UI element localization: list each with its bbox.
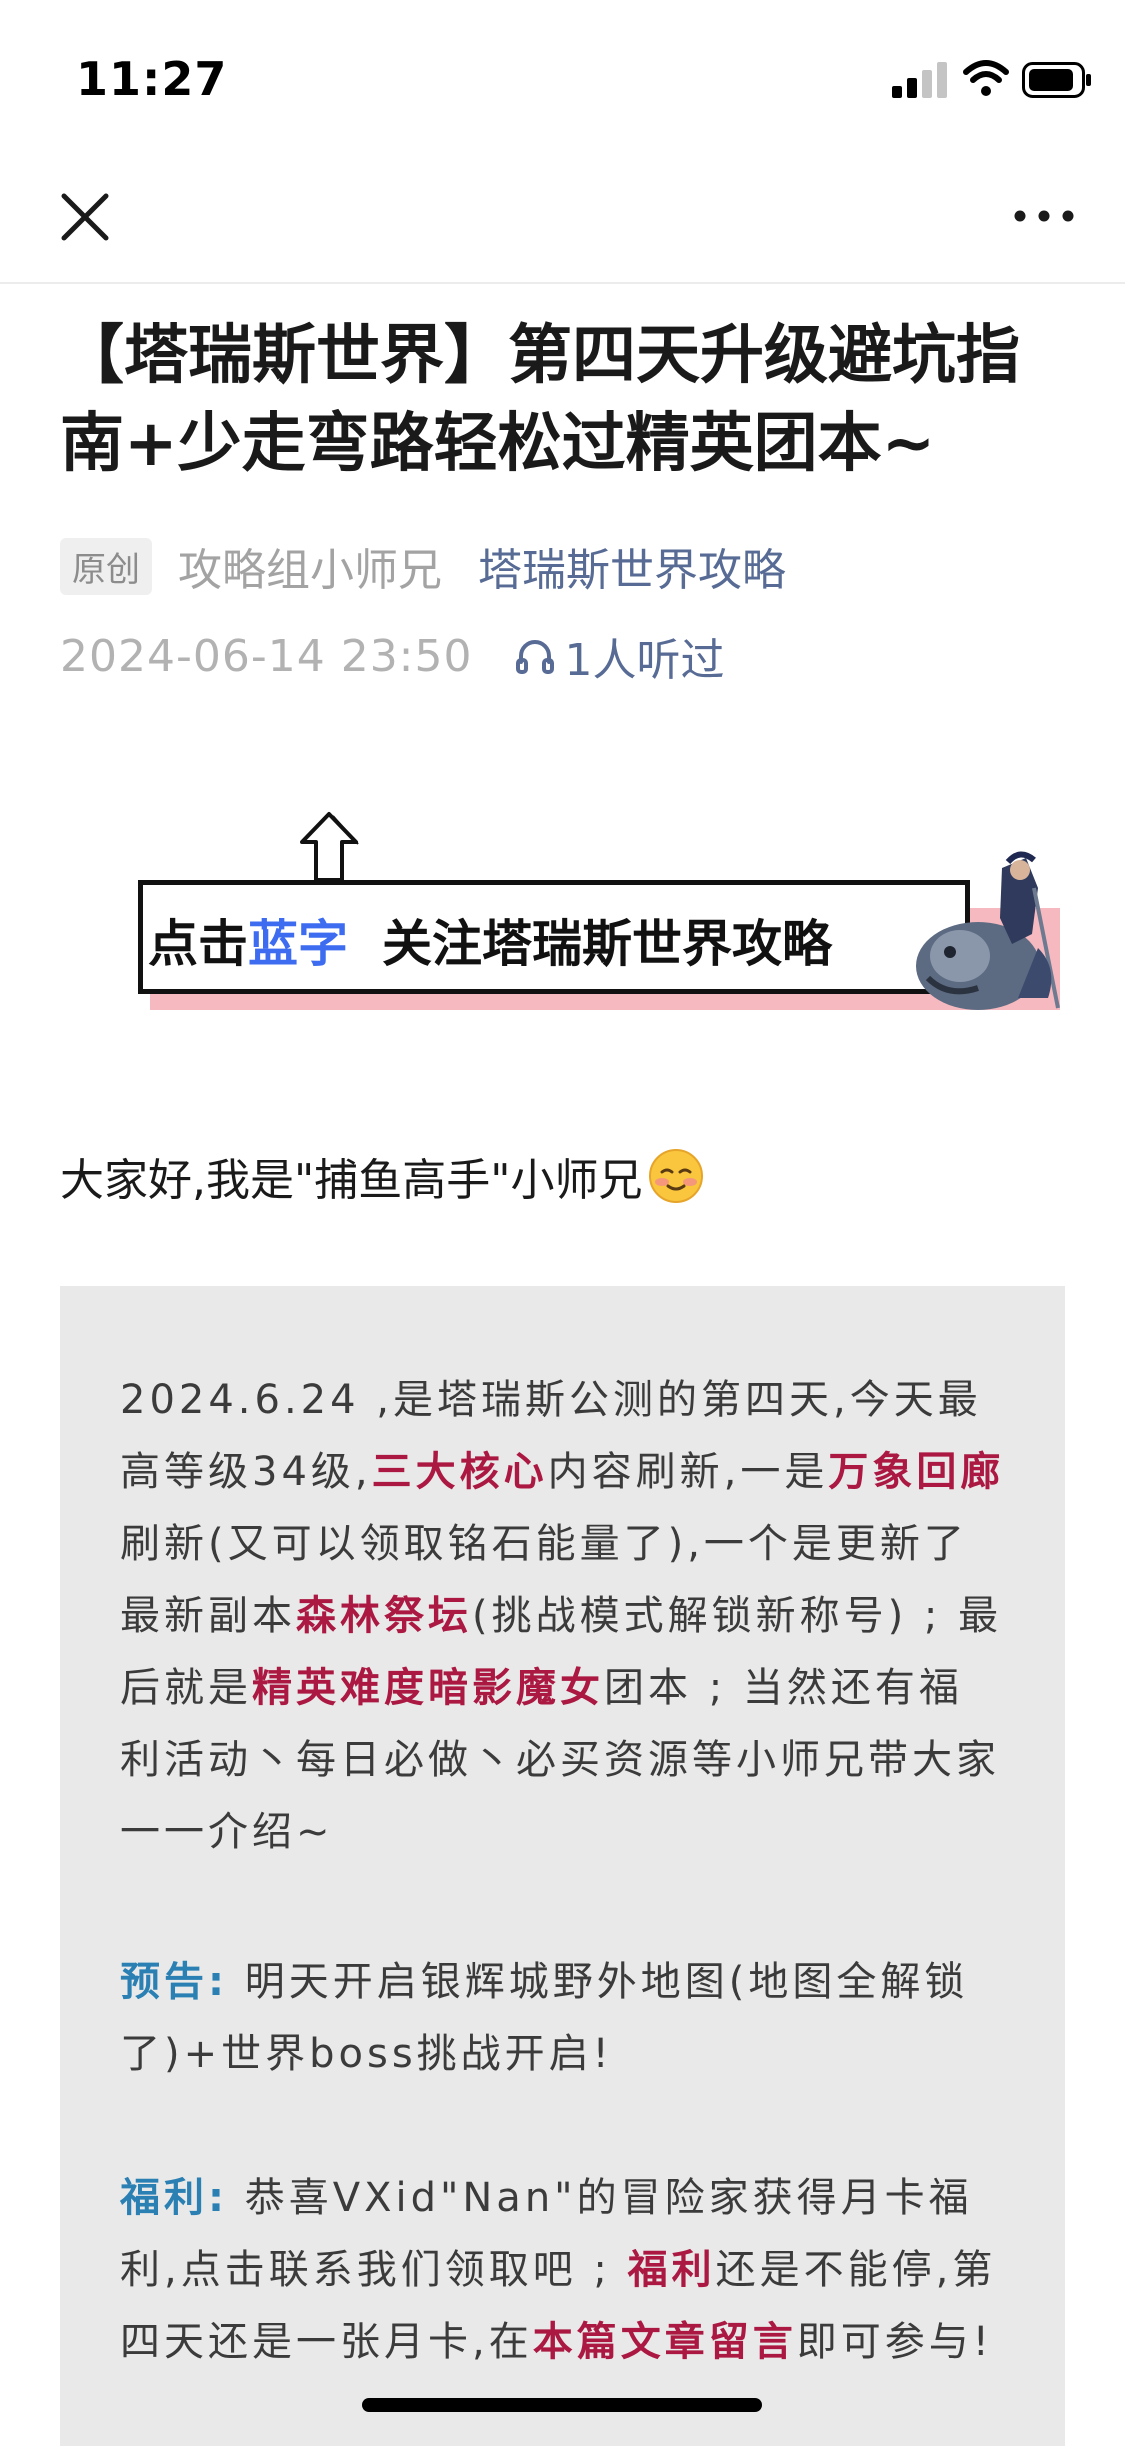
- status-time: 11:27: [76, 52, 228, 106]
- status-bar: 11:27: [0, 0, 1125, 150]
- greeting-text: 大家好,我是"捕鱼高手"小师兄: [60, 1155, 643, 1206]
- p1-highlight-3: 森林祭坛: [296, 1593, 472, 1639]
- wifi-icon: [963, 60, 1009, 96]
- headphone-icon: [515, 640, 554, 674]
- p1-highlight-4: 精英难度暗影魔女: [252, 1665, 604, 1711]
- p1-highlight-1: 三大核心: [371, 1449, 548, 1495]
- original-badge: 原创: [60, 537, 152, 595]
- greeting-line: 大家好,我是"捕鱼高手"小师兄: [60, 1144, 704, 1208]
- listen-button[interactable]: 1人听过: [513, 624, 725, 688]
- welfare-text-3: 即可参与!: [796, 2319, 993, 2365]
- banner-text-blue: 蓝字: [248, 915, 348, 973]
- nav-bar: [0, 150, 1125, 284]
- battery-icon: [1022, 62, 1091, 98]
- banner-text-prefix: 点击: [148, 915, 248, 973]
- publish-date: 2024-06-14 23:50: [60, 630, 473, 682]
- welfare-highlight-2: 本篇文章留言: [532, 2319, 797, 2365]
- paragraph-intro: 2024.6.24 ,是塔瑞斯公测的第四天,今天最高等级34级,三大核心内容刷新…: [120, 1364, 1006, 1868]
- knight-illustration: [916, 851, 1060, 1010]
- preview-text: 明天开启银辉城野外地图(地图全解锁了)+世界boss挑战开启!: [120, 1959, 969, 2077]
- close-icon[interactable]: [54, 186, 116, 248]
- paragraph-preview: 预告: 明天开启银辉城野外地图(地图全解锁了)+世界boss挑战开启!: [120, 1946, 1006, 2090]
- content-block: 2024.6.24 ,是塔瑞斯公测的第四天,今天最高等级34级,三大核心内容刷新…: [60, 1286, 1065, 2446]
- signal-icon: [892, 62, 947, 98]
- home-indicator[interactable]: [362, 2398, 762, 2412]
- banner-text-suffix: 关注塔瑞斯世界攻略: [382, 915, 832, 973]
- account-link[interactable]: 塔瑞斯世界攻略: [478, 534, 786, 598]
- welfare-highlight-1: 福利: [627, 2247, 716, 2293]
- banner-text: 点击蓝字 关注塔瑞斯世界攻略: [148, 904, 832, 976]
- p1-text-2: 内容刷新,一是: [547, 1449, 829, 1495]
- more-icon[interactable]: [1008, 196, 1080, 236]
- preview-label: 预告:: [120, 1959, 228, 2005]
- author-name: 攻略组小师兄: [178, 545, 442, 596]
- article-meta: 原创 攻略组小师兄 塔瑞斯世界攻略: [60, 536, 786, 596]
- paragraph-welfare: 福利: 恭喜VXid"Nan"的冒险家获得月卡福利,点击联系我们领取吧 ; 福利…: [120, 2162, 1006, 2378]
- article-meta-secondary: 2024-06-14 23:50 1人听过: [60, 624, 725, 688]
- p1-highlight-2: 万象回廊: [828, 1449, 1005, 1495]
- smile-emoji: [649, 1149, 704, 1203]
- arrow-up-icon: [300, 812, 359, 882]
- article-title: 【塔瑞斯世界】第四天升级避坑指南+少走弯路轻松过精英团本~: [60, 319, 1020, 481]
- welfare-label: 福利:: [120, 2175, 228, 2221]
- listen-count: 1人听过: [564, 635, 725, 686]
- follow-banner[interactable]: 点击蓝字 关注塔瑞斯世界攻略: [138, 810, 1066, 1012]
